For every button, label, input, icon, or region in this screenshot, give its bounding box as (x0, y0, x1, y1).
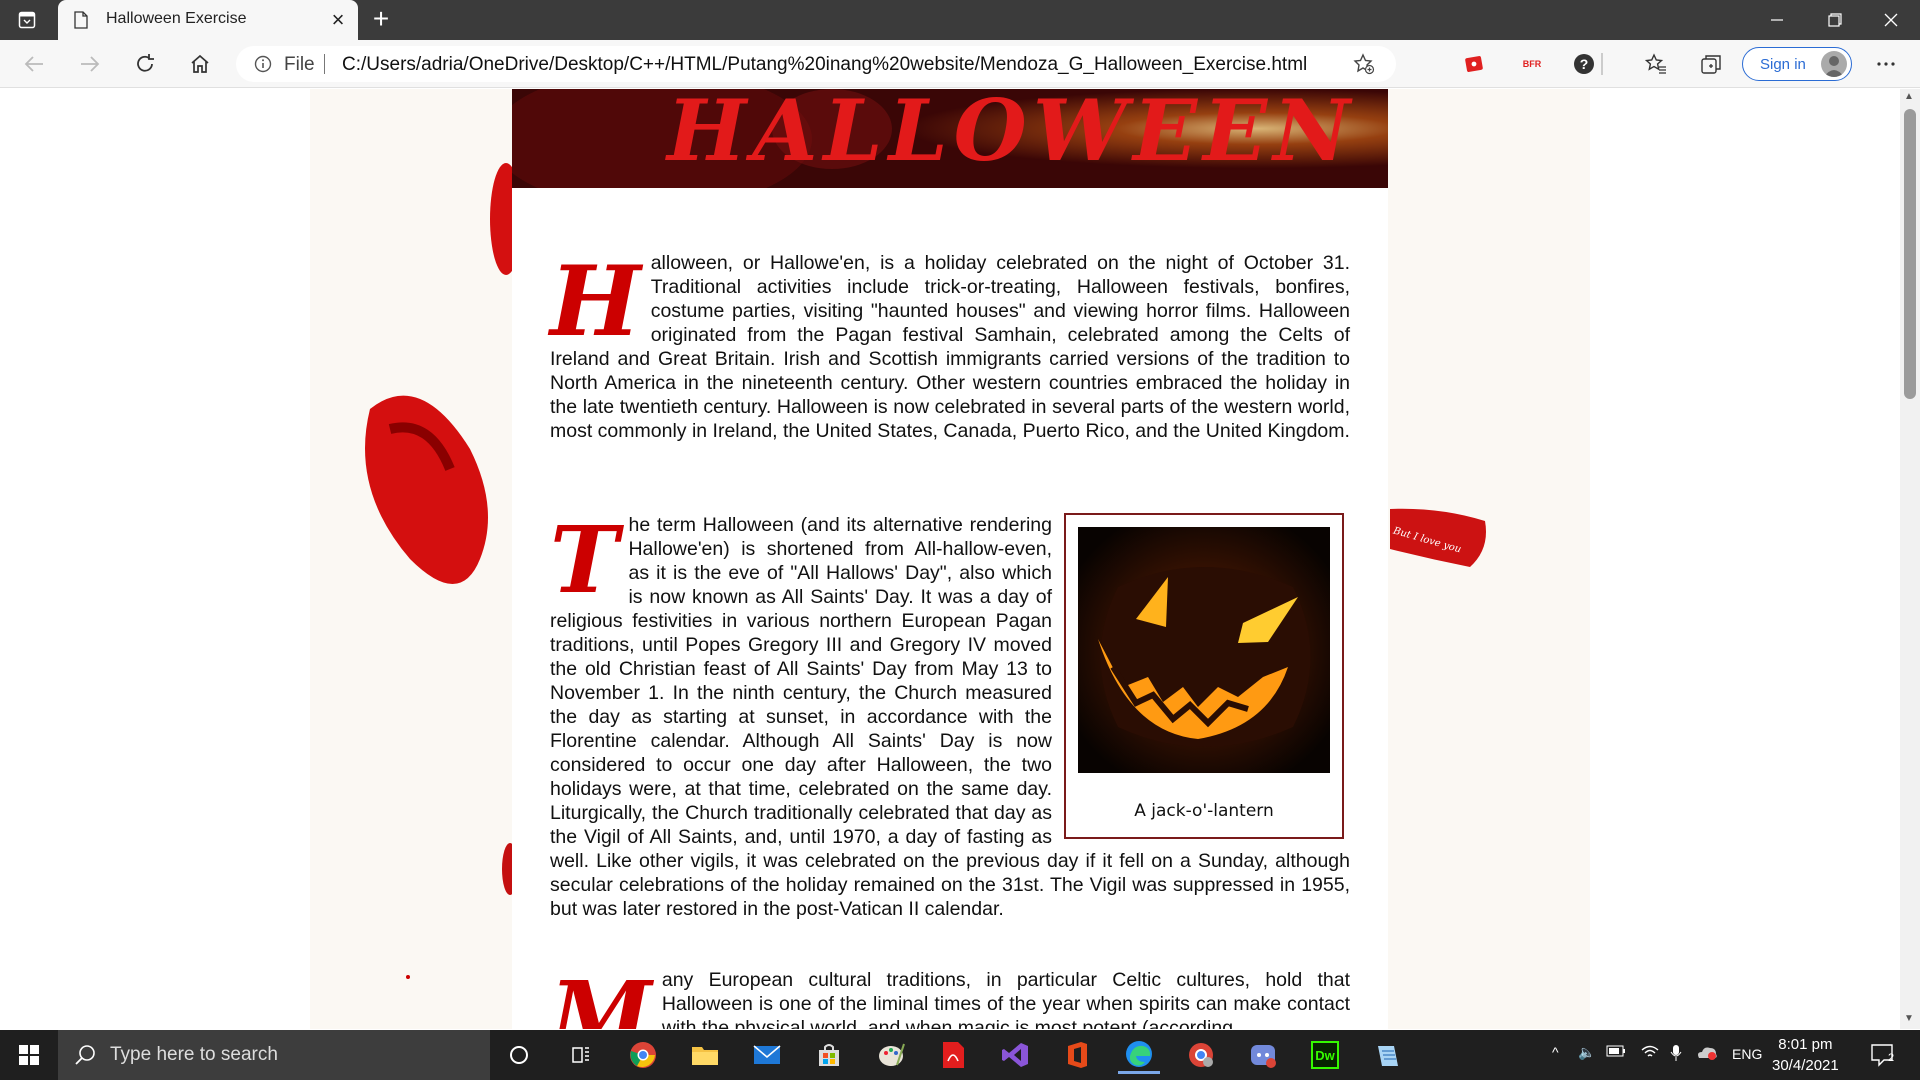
close-window-button[interactable] (1862, 0, 1920, 40)
store-icon[interactable] (808, 1036, 850, 1074)
more-menu-icon[interactable] (1872, 50, 1900, 78)
search-icon (75, 1045, 95, 1065)
dreamweaver-icon[interactable]: Dw (1304, 1036, 1346, 1074)
avatar (1821, 51, 1847, 77)
extension-red-icon[interactable] (1460, 50, 1488, 78)
url-separator (324, 54, 325, 74)
paint-icon[interactable] (870, 1036, 912, 1074)
page-icon (74, 11, 88, 29)
halloween-banner: HALLOWEEN (512, 89, 1388, 188)
scroll-thumb[interactable] (1904, 109, 1916, 399)
start-button[interactable] (0, 1030, 58, 1080)
tab-title: Halloween Exercise (106, 10, 247, 27)
svg-text:?: ? (1580, 56, 1589, 72)
collections-icon[interactable] (1697, 50, 1725, 78)
figure-caption: A jack-o'-lantern (1134, 801, 1274, 821)
info-icon[interactable] (254, 55, 272, 73)
dreamweaver-label: Dw (1311, 1041, 1339, 1069)
restore-button[interactable] (1806, 0, 1864, 40)
clock-time: 8:01 pm (1778, 1036, 1833, 1053)
notepad-icon[interactable] (1366, 1036, 1408, 1074)
scroll-down-arrow-icon[interactable]: ▼ (1904, 1013, 1914, 1024)
refresh-button[interactable] (131, 50, 159, 78)
tab-halloween-exercise[interactable]: Halloween Exercise × (58, 0, 358, 40)
paragraph-text: alloween, or Hallowe'en, is a holiday ce… (550, 252, 1350, 442)
address-bar[interactable]: File C:/Users/adria/OneDrive/Desktop/C++… (236, 46, 1396, 82)
scheme-label: File (284, 54, 315, 75)
vertical-scrollbar[interactable]: ▲ ▼ (1900, 89, 1920, 1029)
show-hidden-icons-icon[interactable]: ^ (1552, 1044, 1559, 1060)
office-icon[interactable] (1056, 1036, 1098, 1074)
jack-o-lantern-image (1078, 527, 1330, 773)
banner-title: HALLOWEEN (666, 89, 1356, 180)
search-placeholder: Type here to search (110, 1044, 278, 1065)
forward-button[interactable] (76, 50, 104, 78)
discord-chrome-icon[interactable] (1242, 1036, 1284, 1074)
volume-icon[interactable]: 🔈 (1578, 1044, 1595, 1061)
paragraph-traditions: M any European cultural traditions, in p… (550, 968, 1350, 1029)
browser-toolbar: File C:/Users/adria/OneDrive/Desktop/C++… (0, 40, 1920, 88)
chrome-profile-icon[interactable] (1180, 1036, 1222, 1074)
dropcap-h: H (550, 245, 641, 358)
url-text[interactable]: C:/Users/adria/OneDrive/Desktop/C++/HTML… (342, 54, 1307, 76)
paragraph-text: any European cultural traditions, in par… (661, 969, 1350, 1029)
minimize-button[interactable] (1748, 0, 1806, 40)
windows-taskbar: Type here to search Dw ^ 🔈 ENG 8:01 pm 3… (0, 1030, 1920, 1080)
back-button[interactable] (20, 50, 48, 78)
onedrive-icon[interactable] (1696, 1044, 1718, 1063)
sign-in-label: Sign in (1760, 56, 1806, 73)
dropcap-t: T (550, 506, 619, 614)
tab-close-button[interactable]: × (328, 9, 348, 31)
sign-in-button[interactable]: Sign in (1742, 47, 1852, 81)
chrome-icon[interactable] (622, 1036, 664, 1074)
notifications-icon[interactable]: 2 (1862, 1036, 1904, 1074)
battery-icon[interactable] (1606, 1044, 1626, 1060)
tab-strip: Halloween Exercise × + (0, 0, 1920, 40)
favorites-icon[interactable] (1642, 50, 1670, 78)
acrobat-icon[interactable] (932, 1036, 974, 1074)
wifi-icon[interactable] (1640, 1044, 1660, 1063)
paragraph-halloween: H alloween, or Hallowe'en, is a holiday … (550, 251, 1350, 443)
task-view-icon[interactable] (560, 1036, 602, 1074)
file-explorer-icon[interactable] (684, 1036, 726, 1074)
tab-actions-icon[interactable] (14, 8, 40, 32)
new-tab-button[interactable]: + (366, 5, 396, 34)
toolbar-divider (1601, 53, 1603, 75)
page-viewport: HALLOWEEN H alloween, or Hallowe'en, is … (0, 89, 1900, 1029)
windows-logo-icon (19, 1045, 39, 1065)
clock-date: 30/4/2021 (1772, 1057, 1839, 1074)
dropcap-m: M (550, 961, 652, 1029)
visual-studio-icon[interactable] (994, 1036, 1036, 1074)
home-button[interactable] (186, 50, 214, 78)
cortana-icon[interactable] (498, 1036, 540, 1074)
notification-count: 2 (1888, 1052, 1895, 1064)
language-indicator[interactable]: ENG (1732, 1046, 1762, 1062)
add-favorite-icon[interactable] (1350, 50, 1378, 78)
extension-help-icon[interactable]: ? (1570, 50, 1598, 78)
microphone-icon[interactable] (1670, 1044, 1682, 1065)
clock[interactable]: 8:01 pm 30/4/2021 (1772, 1034, 1839, 1076)
mail-icon[interactable] (746, 1036, 788, 1074)
scroll-up-arrow-icon[interactable]: ▲ (1904, 91, 1914, 102)
paragraph-term: A jack-o'-lantern T he term Halloween (a… (550, 513, 1350, 921)
edge-icon[interactable] (1118, 1036, 1160, 1074)
extension-bfr-icon[interactable]: BFR (1514, 50, 1550, 78)
taskbar-search-box[interactable]: Type here to search (58, 1030, 490, 1080)
jack-o-lantern-figure: A jack-o'-lantern (1064, 513, 1344, 839)
